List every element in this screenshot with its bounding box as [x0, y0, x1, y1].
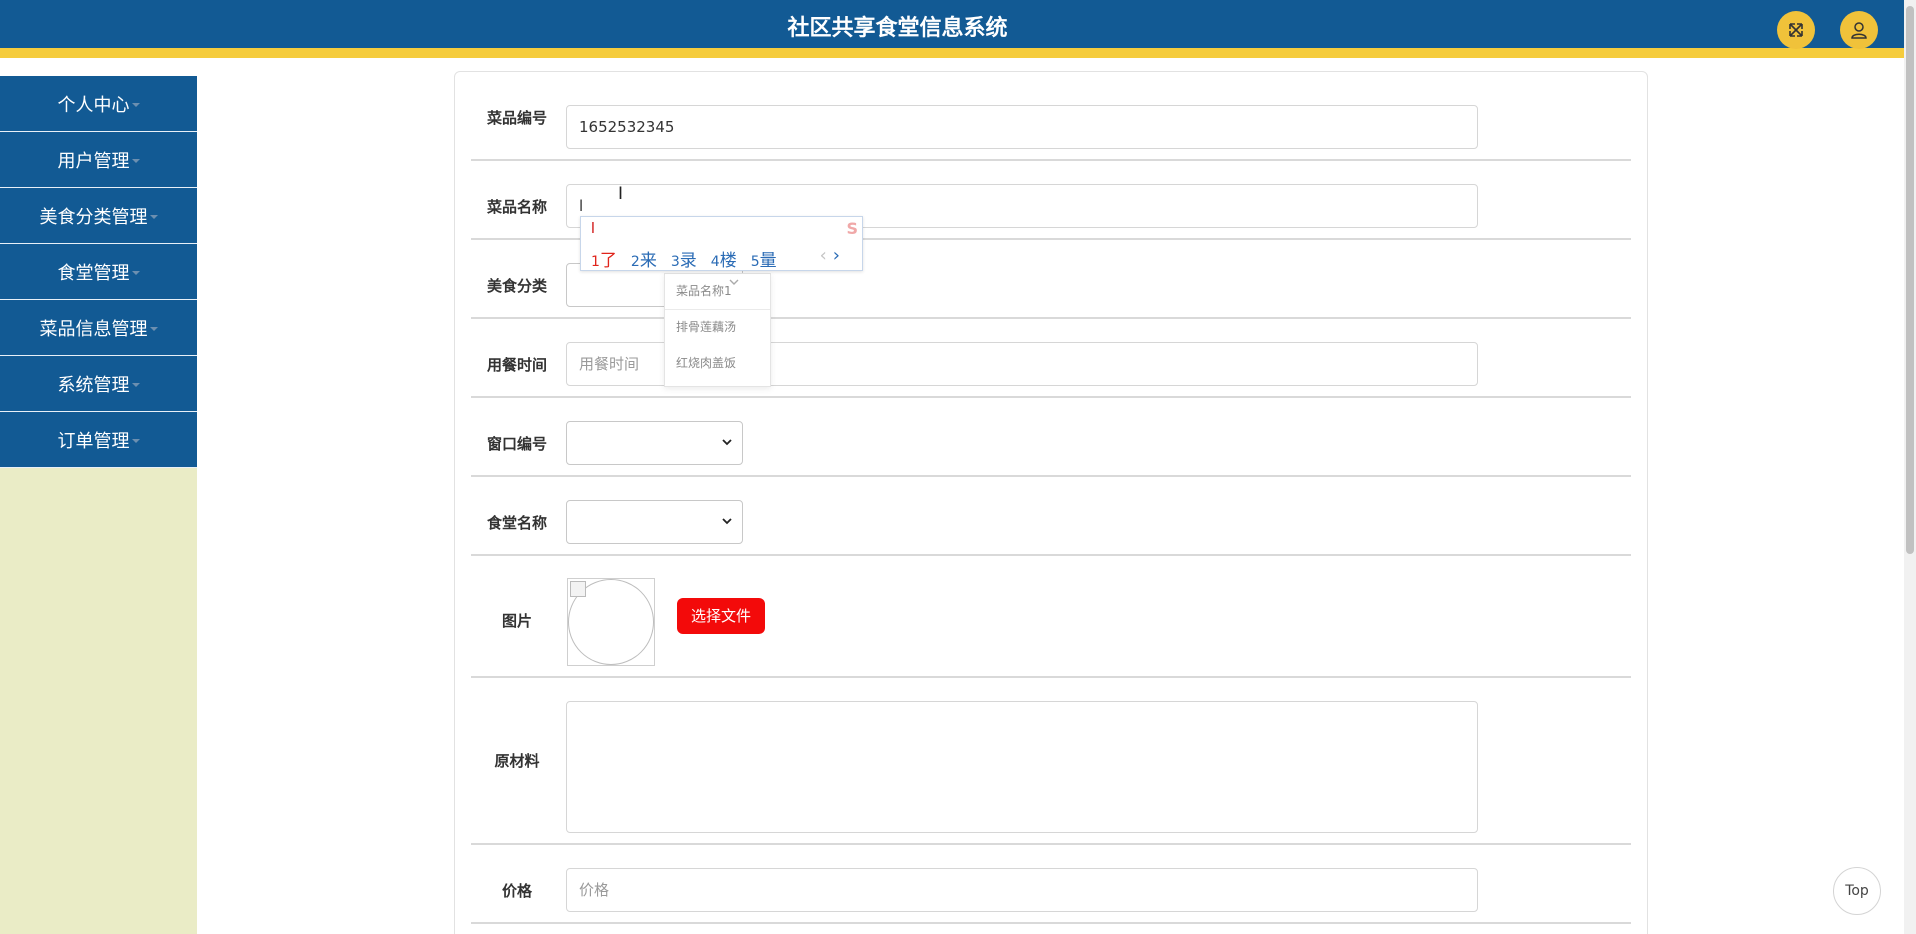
form-row-ingredients: 原材料 — [471, 678, 1631, 845]
sidebar-item-food-category-management[interactable]: 美食分类管理 — [0, 188, 197, 244]
form-row-price: 价格 价格 — [471, 845, 1631, 924]
caret-down-icon — [131, 382, 140, 387]
autocomplete-option[interactable]: 红烧肉盖饭 — [665, 346, 770, 382]
caret-down-icon — [149, 214, 158, 219]
dish-form-card: 菜品编号 1652532345 菜品名称 l 美食分类 用餐时间 用餐时间 窗口… — [454, 71, 1648, 934]
sidebar-item-label: 订单管理 — [57, 430, 130, 452]
scrollbar-thumb[interactable] — [1906, 6, 1914, 554]
ime-prev-page-button[interactable]: ‹ — [820, 245, 827, 266]
chevron-down-icon — [729, 279, 739, 285]
autocomplete-option[interactable]: 菜品名称1 — [665, 274, 770, 310]
sidebar-item-system-management[interactable]: 系统管理 — [0, 356, 197, 412]
ime-candidate-text: 量 — [759, 251, 777, 271]
window-no-label: 窗口编号 — [486, 435, 547, 453]
caret-down-icon — [149, 326, 158, 331]
canteen-name-select[interactable] — [566, 500, 743, 544]
app-root: 社区共享食堂信息系统 个人中心 用户管理 美食分类管理 食堂管理 菜品信息管理 … — [0, 0, 1916, 934]
dish-no-input[interactable]: 1652532345 — [566, 105, 1478, 149]
user-button[interactable] — [1840, 11, 1878, 49]
form-row-window-no: 窗口编号 — [471, 398, 1631, 477]
ingredients-textarea[interactable] — [566, 701, 1478, 833]
ime-candidate-number: 5 — [750, 254, 760, 270]
chevron-down-icon — [722, 439, 732, 446]
ime-candidate-text: 来 — [639, 251, 657, 271]
expand-arrows-icon — [1789, 23, 1803, 37]
ime-candidate-number: 3 — [670, 254, 680, 270]
caret-down-icon — [131, 158, 140, 163]
page-scrollbar[interactable] — [1904, 0, 1916, 934]
sidebar-item-dish-info-management[interactable]: 菜品信息管理 — [0, 300, 197, 356]
form-row-canteen-name: 食堂名称 — [471, 477, 1631, 556]
ime-candidate[interactable]: 1了 — [591, 246, 617, 271]
broken-image-icon — [570, 581, 586, 597]
ime-candidate[interactable]: 3录 — [671, 246, 697, 271]
page-title: 社区共享食堂信息系统 — [787, 16, 1008, 41]
sidebar: 个人中心 用户管理 美食分类管理 食堂管理 菜品信息管理 系统管理 订单管理 — [0, 76, 197, 934]
ime-candidate-text: 了 — [599, 251, 617, 271]
ime-candidate-list: 1了 2来 3录 4楼 5量 — [591, 246, 777, 271]
ime-candidate-text: 录 — [679, 251, 697, 271]
sidebar-item-user-management[interactable]: 用户管理 — [0, 132, 197, 188]
chevron-down-icon — [722, 518, 732, 525]
form-row-meal-time: 用餐时间 用餐时间 — [471, 319, 1631, 398]
autocomplete-option-label: 菜品名称1 — [676, 284, 732, 298]
form-row-image: 图片 选择文件 — [471, 556, 1631, 678]
ime-candidate-number: 1 — [591, 254, 600, 270]
autocomplete-option-label: 红烧肉盖饭 — [676, 356, 737, 370]
sidebar-item-canteen-management[interactable]: 食堂管理 — [0, 244, 197, 300]
dish-no-label: 菜品编号 — [486, 109, 547, 127]
price-label: 价格 — [501, 882, 532, 900]
sidebar-item-label: 菜品信息管理 — [39, 318, 148, 340]
user-icon — [1851, 22, 1867, 39]
ime-candidate-number: 4 — [710, 254, 720, 270]
ime-candidate[interactable]: 4楼 — [711, 246, 737, 271]
ingredients-label: 原材料 — [494, 752, 540, 770]
ime-logo-icon: S — [846, 219, 858, 238]
ime-page-nav: ‹ › — [820, 245, 840, 266]
sidebar-item-personal-center[interactable]: 个人中心 — [0, 76, 197, 132]
sidebar-item-order-management[interactable]: 订单管理 — [0, 412, 197, 468]
caret-down-icon — [131, 438, 140, 443]
ime-candidate-window: l S 1了 2来 3录 4楼 5量 ‹ › — [580, 216, 863, 271]
form-row-dish-no: 菜品编号 1652532345 — [471, 72, 1631, 161]
ime-next-page-button[interactable]: › — [833, 245, 840, 266]
sidebar-item-label: 系统管理 — [57, 374, 130, 396]
sidebar-item-label: 个人中心 — [57, 94, 130, 116]
caret-down-icon — [131, 102, 140, 107]
sidebar-item-label: 食堂管理 — [57, 262, 130, 284]
window-no-select[interactable] — [566, 421, 743, 465]
ime-candidate-text: 楼 — [719, 251, 737, 271]
meal-time-label: 用餐时间 — [486, 356, 547, 374]
back-to-top-button[interactable]: Top — [1833, 867, 1881, 915]
dish-name-label: 菜品名称 — [486, 198, 547, 216]
ime-candidate[interactable]: 5量 — [751, 246, 777, 271]
image-label: 图片 — [501, 612, 532, 630]
autocomplete-option[interactable]: 排骨莲藕汤 — [665, 310, 770, 346]
autocomplete-option-label: 排骨莲藕汤 — [676, 320, 737, 334]
sidebar-item-label: 用户管理 — [57, 150, 130, 172]
price-input[interactable]: 价格 — [566, 868, 1478, 912]
ime-candidate-number: 2 — [630, 254, 640, 270]
header-bar: 社区共享食堂信息系统 — [0, 0, 1904, 58]
sidebar-item-label: 美食分类管理 — [39, 206, 148, 228]
food-category-label: 美食分类 — [486, 277, 547, 295]
fullscreen-button[interactable] — [1777, 11, 1815, 49]
image-preview — [567, 578, 655, 666]
dish-name-autocomplete: 菜品名称1 排骨莲藕汤 红烧肉盖饭 — [664, 273, 771, 387]
ime-candidate[interactable]: 2来 — [631, 246, 657, 271]
choose-file-button[interactable]: 选择文件 — [677, 598, 765, 634]
canteen-name-label: 食堂名称 — [486, 514, 547, 532]
caret-down-icon — [131, 270, 140, 275]
ime-composition-text: l — [591, 221, 595, 237]
text-cursor-icon: I — [618, 184, 624, 204]
